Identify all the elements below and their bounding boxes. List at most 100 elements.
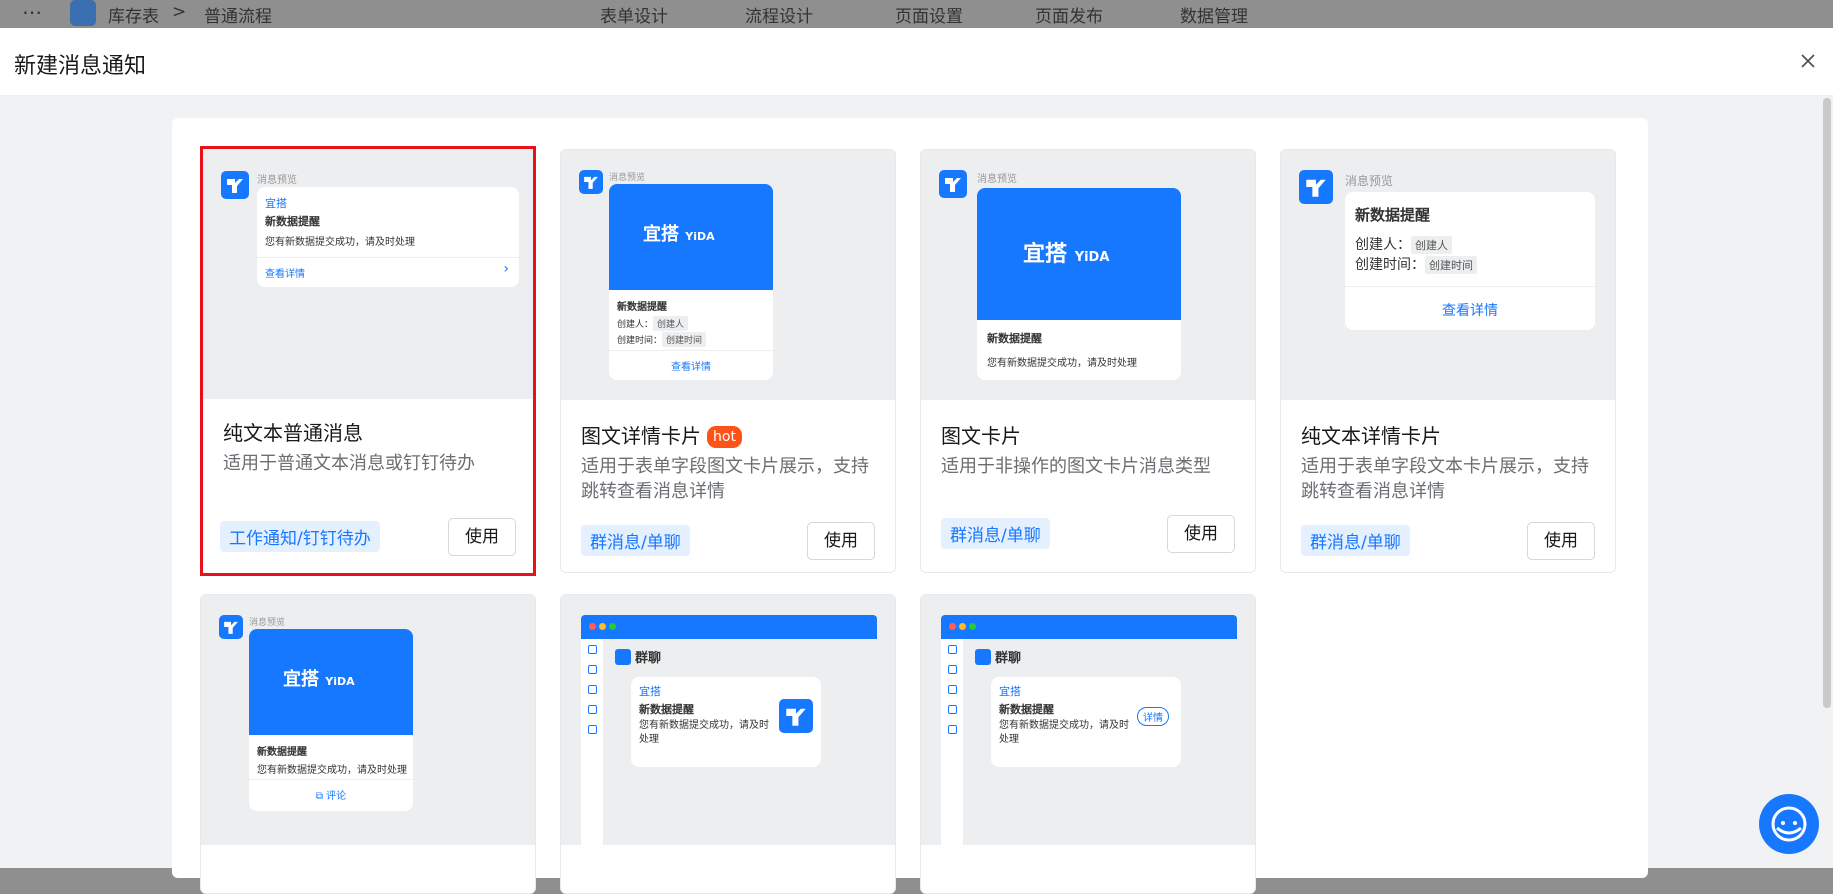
- use-button[interactable]: 使用: [1527, 522, 1595, 560]
- form-name[interactable]: 普通流程: [204, 2, 272, 27]
- card-preview: 消息预览 宜搭 YiDA 新数据提醒 创建人： 创建人 创建时间： 创建时间 查看详…: [561, 150, 895, 400]
- card-preview: 消息预览 新数据提醒 创建人： 创建人 创建时间： 创建时间 查看详情: [1281, 150, 1615, 400]
- breadcrumb-separator: >: [172, 2, 187, 22]
- sender-name: 宜搭: [265, 197, 287, 210]
- message-bubble: 新数据提醒 创建人： 创建人 创建时间： 创建时间 查看详情: [1345, 192, 1595, 330]
- card-description: 适用于普通文本消息或钉钉待办: [223, 453, 475, 474]
- template-card-group-image[interactable]: 群聊 宜搭 新数据提醒 您有新数据提交成功，请及时处理: [560, 594, 896, 894]
- template-card-image-detail[interactable]: 消息预览 宜搭 YiDA 新数据提醒 创建人： 创建人 创建时间： 创建时间 查看详…: [560, 149, 896, 573]
- modal-header: 新建消息通知: [0, 28, 1833, 96]
- message-body: 您有新数据提交成功，请及时处理: [987, 358, 1137, 369]
- card-tag: 群消息/单聊: [581, 525, 690, 556]
- message-bubble: 宜搭 新数据提醒 您有新数据提交成功，请及时处理: [631, 677, 821, 767]
- message-bubble: 宜搭 新数据提醒 您有新数据提交成功，请及时处理 详情: [991, 677, 1181, 767]
- nav-tab-page-publish[interactable]: 页面发布: [1035, 2, 1103, 27]
- message-bubble: 宜搭 YiDA 新数据提醒 您有新数据提交成功，请及时处理 ⧉ 评论: [249, 629, 413, 811]
- use-button[interactable]: 使用: [448, 518, 516, 556]
- modal-title: 新建消息通知: [14, 54, 147, 79]
- message-body: 您有新数据提交成功，请及时处理: [265, 237, 415, 248]
- group-chat-title: 群聊: [975, 647, 1021, 666]
- card-title: 图文详情卡片 hot: [581, 420, 742, 449]
- yida-logo-icon: [579, 170, 603, 194]
- view-detail-link: 查看详情: [671, 362, 711, 373]
- window-titlebar: [581, 615, 877, 639]
- nav-tab-page-settings[interactable]: 页面设置: [895, 2, 963, 27]
- message-body: 您有新数据提交成功，请及时处理: [999, 720, 1129, 745]
- group-icon: [975, 649, 991, 665]
- template-card-group-text[interactable]: 群聊 宜搭 新数据提醒 您有新数据提交成功，请及时处理 详情: [920, 594, 1256, 894]
- app-logo-icon: [70, 0, 96, 26]
- apps-grid-icon: ⋯: [22, 0, 42, 24]
- window-titlebar: [941, 615, 1237, 639]
- view-detail-link: 查看详情: [265, 269, 305, 280]
- view-detail-link: 查看详情: [1442, 303, 1498, 319]
- yida-logo-icon: [939, 170, 967, 198]
- nav-tab-form-design[interactable]: 表单设计: [600, 2, 668, 27]
- message-title: 新数据提醒: [617, 302, 667, 313]
- brand-cn: 宜搭: [1023, 242, 1068, 267]
- brand-name: 宜搭 YiDA: [1023, 236, 1109, 268]
- new-message-modal: 新建消息通知 消息预览 宜搭 新数据提醒 您有新数据提交成功，请及时处理 查看详…: [0, 28, 1833, 894]
- card-description: 适用于非操作的图文卡片消息类型: [941, 456, 1211, 477]
- comment-link: ⧉ 评论: [315, 791, 347, 802]
- external-link-icon: ⧉: [315, 791, 327, 802]
- message-title: 新数据提醒: [265, 215, 320, 228]
- chevron-right-icon: ›: [503, 261, 509, 277]
- group-icon: [615, 649, 631, 665]
- card-tag: 工作通知/钉钉待办: [220, 521, 380, 552]
- creator-row: 创建人： 创建人: [1355, 234, 1452, 254]
- template-card-image[interactable]: 消息预览 宜搭 YiDA 新数据提醒 您有新数据提交成功，请及时处理 图文卡片 …: [920, 149, 1256, 573]
- app-name[interactable]: 库存表: [108, 2, 159, 27]
- yida-logo-icon: [779, 699, 813, 733]
- preview-label: 消息预览: [257, 175, 297, 186]
- card-title: 图文卡片: [941, 424, 1021, 448]
- nav-tab-data-management[interactable]: 数据管理: [1180, 2, 1248, 27]
- message-title: 新数据提醒: [257, 747, 307, 758]
- preview-label: 消息预览: [609, 173, 646, 183]
- yida-logo-icon: [219, 615, 243, 639]
- message-body: 您有新数据提交成功，请及时处理: [257, 765, 407, 776]
- brand-banner: 宜搭 YiDA: [249, 629, 413, 735]
- card-preview: 消息预览 宜搭 YiDA 新数据提醒 您有新数据提交成功，请及时处理: [921, 150, 1255, 400]
- brand-cn: 宜搭: [283, 669, 319, 690]
- detail-chip: 详情: [1137, 707, 1169, 726]
- brand-cn: 宜搭: [643, 224, 679, 245]
- yida-logo-icon: [221, 171, 249, 199]
- desktop-window: 群聊 宜搭 新数据提醒 您有新数据提交成功，请及时处理: [581, 615, 877, 845]
- use-button[interactable]: 使用: [1167, 515, 1235, 553]
- card-tag: 群消息/单聊: [941, 518, 1050, 549]
- app-topbar: ⋯ 库存表 > 普通流程 表单设计 流程设计 页面设置 页面发布 数据管理: [0, 0, 1833, 28]
- card-description: 适用于表单字段图文卡片展示，支持跳转查看消息详情: [581, 456, 869, 502]
- template-panel: 消息预览 宜搭 新数据提醒 您有新数据提交成功，请及时处理 查看详情 › 纯文本…: [172, 118, 1648, 894]
- group-chat-title: 群聊: [615, 647, 661, 666]
- template-card-text-detail[interactable]: 消息预览 新数据提醒 创建人： 创建人 创建时间： 创建时间 查看详情 纯文本详情卡…: [1280, 149, 1616, 573]
- modal-scrollbar[interactable]: [1823, 98, 1831, 708]
- sender-name: 宜搭: [639, 685, 661, 698]
- card-preview: 群聊 宜搭 新数据提醒 您有新数据提交成功，请及时处理: [561, 595, 895, 845]
- nav-tab-flow-design[interactable]: 流程设计: [745, 2, 813, 27]
- message-title: 新数据提醒: [999, 703, 1054, 716]
- message-bubble: 宜搭 YiDA 新数据提醒 您有新数据提交成功，请及时处理: [977, 188, 1181, 380]
- brand-name: 宜搭 YiDA: [643, 220, 715, 246]
- desktop-window: 群聊 宜搭 新数据提醒 您有新数据提交成功，请及时处理 详情: [941, 615, 1237, 845]
- card-title: 纯文本普通消息: [223, 421, 363, 445]
- brand-en: YiDA: [1074, 250, 1110, 265]
- message-title: 新数据提醒: [987, 332, 1042, 345]
- close-button[interactable]: [1795, 48, 1821, 74]
- message-body: 您有新数据提交成功，请及时处理: [639, 720, 769, 745]
- customer-service-button[interactable]: [1759, 794, 1819, 854]
- time-row: 创建时间： 创建时间: [617, 332, 707, 347]
- preview-label: 消息预览: [977, 174, 1017, 185]
- sender-name: 宜搭: [999, 685, 1021, 698]
- template-card-image-comment[interactable]: 消息预览 宜搭 YiDA 新数据提醒 您有新数据提交成功，请及时处理 ⧉ 评论: [200, 594, 536, 894]
- window-sidebar: [941, 639, 963, 845]
- preview-label: 消息预览: [249, 618, 286, 628]
- hot-badge: hot: [707, 426, 742, 448]
- card-title: 纯文本详情卡片: [1301, 424, 1441, 448]
- message-bubble: 宜搭 YiDA 新数据提醒 创建人： 创建人 创建时间： 创建时间 查看详情: [609, 184, 773, 380]
- message-title: 新数据提醒: [1355, 206, 1431, 224]
- template-card-plain-text[interactable]: 消息预览 宜搭 新数据提醒 您有新数据提交成功，请及时处理 查看详情 › 纯文本…: [200, 146, 536, 576]
- headset-icon: [1771, 806, 1807, 842]
- use-button[interactable]: 使用: [807, 522, 875, 560]
- card-description: 适用于表单字段文本卡片展示，支持跳转查看消息详情: [1301, 456, 1589, 502]
